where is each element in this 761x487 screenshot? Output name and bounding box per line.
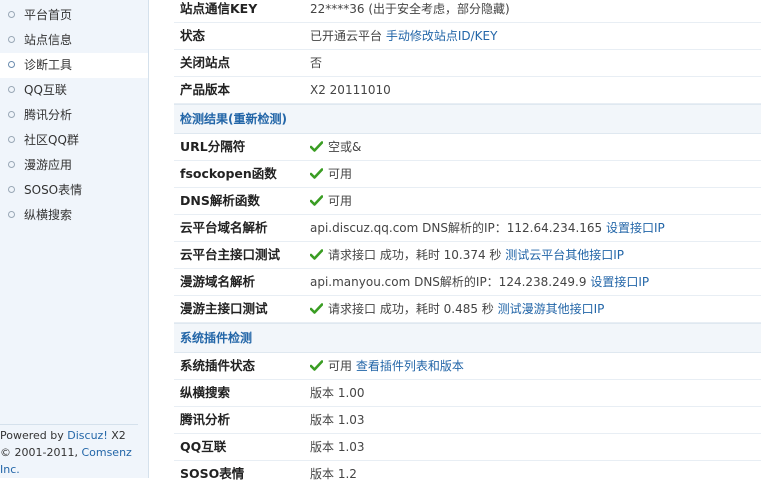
row-plugin-status: 系统插件状态 可用 查看插件列表和版本: [174, 353, 761, 380]
copyright-line: © 2001-2011, Comsenz Inc.: [0, 446, 132, 476]
row-value: 版本 1.00: [310, 386, 365, 400]
powered-by-line: Powered by Discuz! X2: [0, 429, 126, 442]
sidebar-item-label: 诊断工具: [24, 58, 73, 72]
check-icon: [310, 303, 323, 314]
row-dns-function: DNS解析函数 可用: [174, 188, 761, 215]
row-status: 状态 已开通云平台 手动修改站点ID/KEY: [174, 23, 761, 50]
bullet-icon: [8, 61, 15, 68]
row-label: 关闭站点: [180, 55, 231, 70]
row-label: 产品版本: [180, 82, 231, 97]
row-label: 站点通信KEY: [180, 1, 258, 16]
check-icon: [310, 141, 323, 152]
row-plugin-zongheng: 纵横搜索 版本 1.00: [174, 380, 761, 407]
row-site-key: 站点通信KEY 22****36 (出于安全考虑，部分隐藏): [174, 0, 761, 23]
row-value: X2 20111010: [310, 83, 391, 97]
sidebar-footer: Powered by Discuz! X2 © 2001-2011, Comse…: [0, 424, 148, 478]
row-manyou-main-api-test: 漫游主接口测试 请求接口 成功，耗时 0.485 秒 测试漫游其他接口IP: [174, 296, 761, 323]
check-icon: [310, 168, 323, 179]
row-label: 云平台主接口测试: [180, 247, 281, 262]
sidebar-item-label: 纵横搜索: [24, 208, 73, 222]
sidebar-nav: 平台首页 站点信息 诊断工具 QQ互联 腾讯分析 社区QQ群 漫游应用 SOSO…: [0, 0, 149, 478]
row-value: 可用: [310, 188, 352, 214]
set-cloud-ip-link[interactable]: 设置接口IP: [606, 221, 665, 235]
sidebar-item-label: QQ互联: [24, 83, 67, 97]
row-value: 22****36 (出于安全考虑，部分隐藏): [310, 2, 510, 16]
row-label: 状态: [180, 28, 206, 43]
bullet-icon: [8, 11, 15, 18]
test-manyou-other-ip-link[interactable]: 测试漫游其他接口IP: [498, 302, 605, 316]
sidebar-item-diagnostics[interactable]: 诊断工具: [0, 53, 148, 78]
row-label: fsockopen函数: [180, 166, 277, 181]
section-detect-results: 检测结果(重新检测): [174, 104, 761, 134]
sidebar-item-manyou-apps[interactable]: 漫游应用: [0, 153, 148, 178]
row-value: 版本 1.03: [310, 413, 365, 427]
bullet-icon: [8, 136, 15, 143]
row-label: DNS解析函数: [180, 193, 260, 208]
bullet-icon: [8, 161, 15, 168]
sidebar-item-label: 漫游应用: [24, 158, 73, 172]
row-label: URL分隔符: [180, 139, 246, 154]
row-plugin-soso: SOSO表情 版本 1.2: [174, 461, 761, 487]
bullet-icon: [8, 186, 15, 193]
row-value: 空或&: [310, 134, 361, 160]
bullet-icon: [8, 111, 15, 118]
bullet-icon: [8, 86, 15, 93]
row-cloud-main-api-test: 云平台主接口测试 请求接口 成功，耗时 10.374 秒 测试云平台其他接口IP: [174, 242, 761, 269]
row-label: 纵横搜索: [180, 385, 231, 400]
section-plugin-detect: 系统插件检测: [174, 323, 761, 353]
sidebar-item-label: 社区QQ群: [24, 133, 79, 147]
set-manyou-ip-link[interactable]: 设置接口IP: [590, 275, 649, 289]
sidebar-item-platform-home[interactable]: 平台首页: [0, 3, 148, 28]
modify-site-key-link[interactable]: 手动修改站点ID/KEY: [386, 29, 498, 43]
row-plugin-qq-connect: QQ互联 版本 1.03: [174, 434, 761, 461]
row-close-site: 关闭站点 否: [174, 50, 761, 77]
row-label: 腾讯分析: [180, 412, 231, 427]
sidebar-item-qq-connect[interactable]: QQ互联: [0, 78, 148, 103]
sidebar-item-label: 平台首页: [24, 8, 73, 22]
row-value: 可用 查看插件列表和版本: [310, 353, 464, 379]
sidebar-item-tencent-analytics[interactable]: 腾讯分析: [0, 103, 148, 128]
view-plugin-list-link[interactable]: 查看插件列表和版本: [356, 359, 464, 373]
discuz-link[interactable]: Discuz!: [67, 429, 107, 442]
row-plugin-tencent-analytics: 腾讯分析 版本 1.03: [174, 407, 761, 434]
bullet-icon: [8, 36, 15, 43]
redetect-link[interactable]: 检测结果(重新检测): [180, 105, 287, 133]
sidebar-item-soso-emoticons[interactable]: SOSO表情: [0, 178, 148, 203]
row-fsockopen: fsockopen函数 可用: [174, 161, 761, 188]
row-label: QQ互联: [180, 439, 227, 454]
row-manyou-domain-resolve: 漫游域名解析 api.manyou.com DNS解析的IP：124.238.2…: [174, 269, 761, 296]
test-cloud-other-ip-link[interactable]: 测试云平台其他接口IP: [505, 248, 624, 262]
bullet-icon: [8, 211, 15, 218]
section-title: 系统插件检测: [180, 331, 253, 345]
check-icon: [310, 249, 323, 260]
sidebar-item-site-info[interactable]: 站点信息: [0, 28, 148, 53]
row-label: 系统插件状态: [180, 358, 256, 373]
sidebar-item-label: SOSO表情: [24, 183, 83, 197]
row-label: 漫游主接口测试: [180, 301, 268, 316]
row-value: 已开通云平台 手动修改站点ID/KEY: [310, 29, 498, 43]
row-value: 可用: [310, 161, 352, 187]
row-value: api.discuz.qq.com DNS解析的IP：112.64.234.16…: [310, 221, 665, 235]
footer-divider: [0, 424, 138, 425]
sidebar-item-community-qq-group[interactable]: 社区QQ群: [0, 128, 148, 153]
sidebar-item-label: 腾讯分析: [24, 108, 73, 122]
row-label: 云平台域名解析: [180, 220, 268, 235]
row-product-version: 产品版本 X2 20111010: [174, 77, 761, 104]
sidebar-item-label: 站点信息: [24, 33, 73, 47]
row-label: SOSO表情: [180, 466, 245, 481]
row-value: 版本 1.03: [310, 440, 365, 454]
row-url-separator: URL分隔符 空或&: [174, 134, 761, 161]
row-value: 版本 1.2: [310, 467, 357, 481]
main-content: 站点通信KEY 22****36 (出于安全考虑，部分隐藏) 状态 已开通云平台…: [174, 0, 761, 481]
row-label: 漫游域名解析: [180, 274, 256, 289]
sidebar-item-zongheng-search[interactable]: 纵横搜索: [0, 203, 148, 228]
row-value: 否: [310, 56, 323, 70]
row-value: 请求接口 成功，耗时 0.485 秒 测试漫游其他接口IP: [310, 296, 604, 322]
row-cloud-domain-resolve: 云平台域名解析 api.discuz.qq.com DNS解析的IP：112.6…: [174, 215, 761, 242]
check-icon: [310, 360, 323, 371]
check-icon: [310, 195, 323, 206]
row-value: 请求接口 成功，耗时 10.374 秒 测试云平台其他接口IP: [310, 242, 624, 268]
row-value: api.manyou.com DNS解析的IP：124.238.249.9 设置…: [310, 275, 650, 289]
